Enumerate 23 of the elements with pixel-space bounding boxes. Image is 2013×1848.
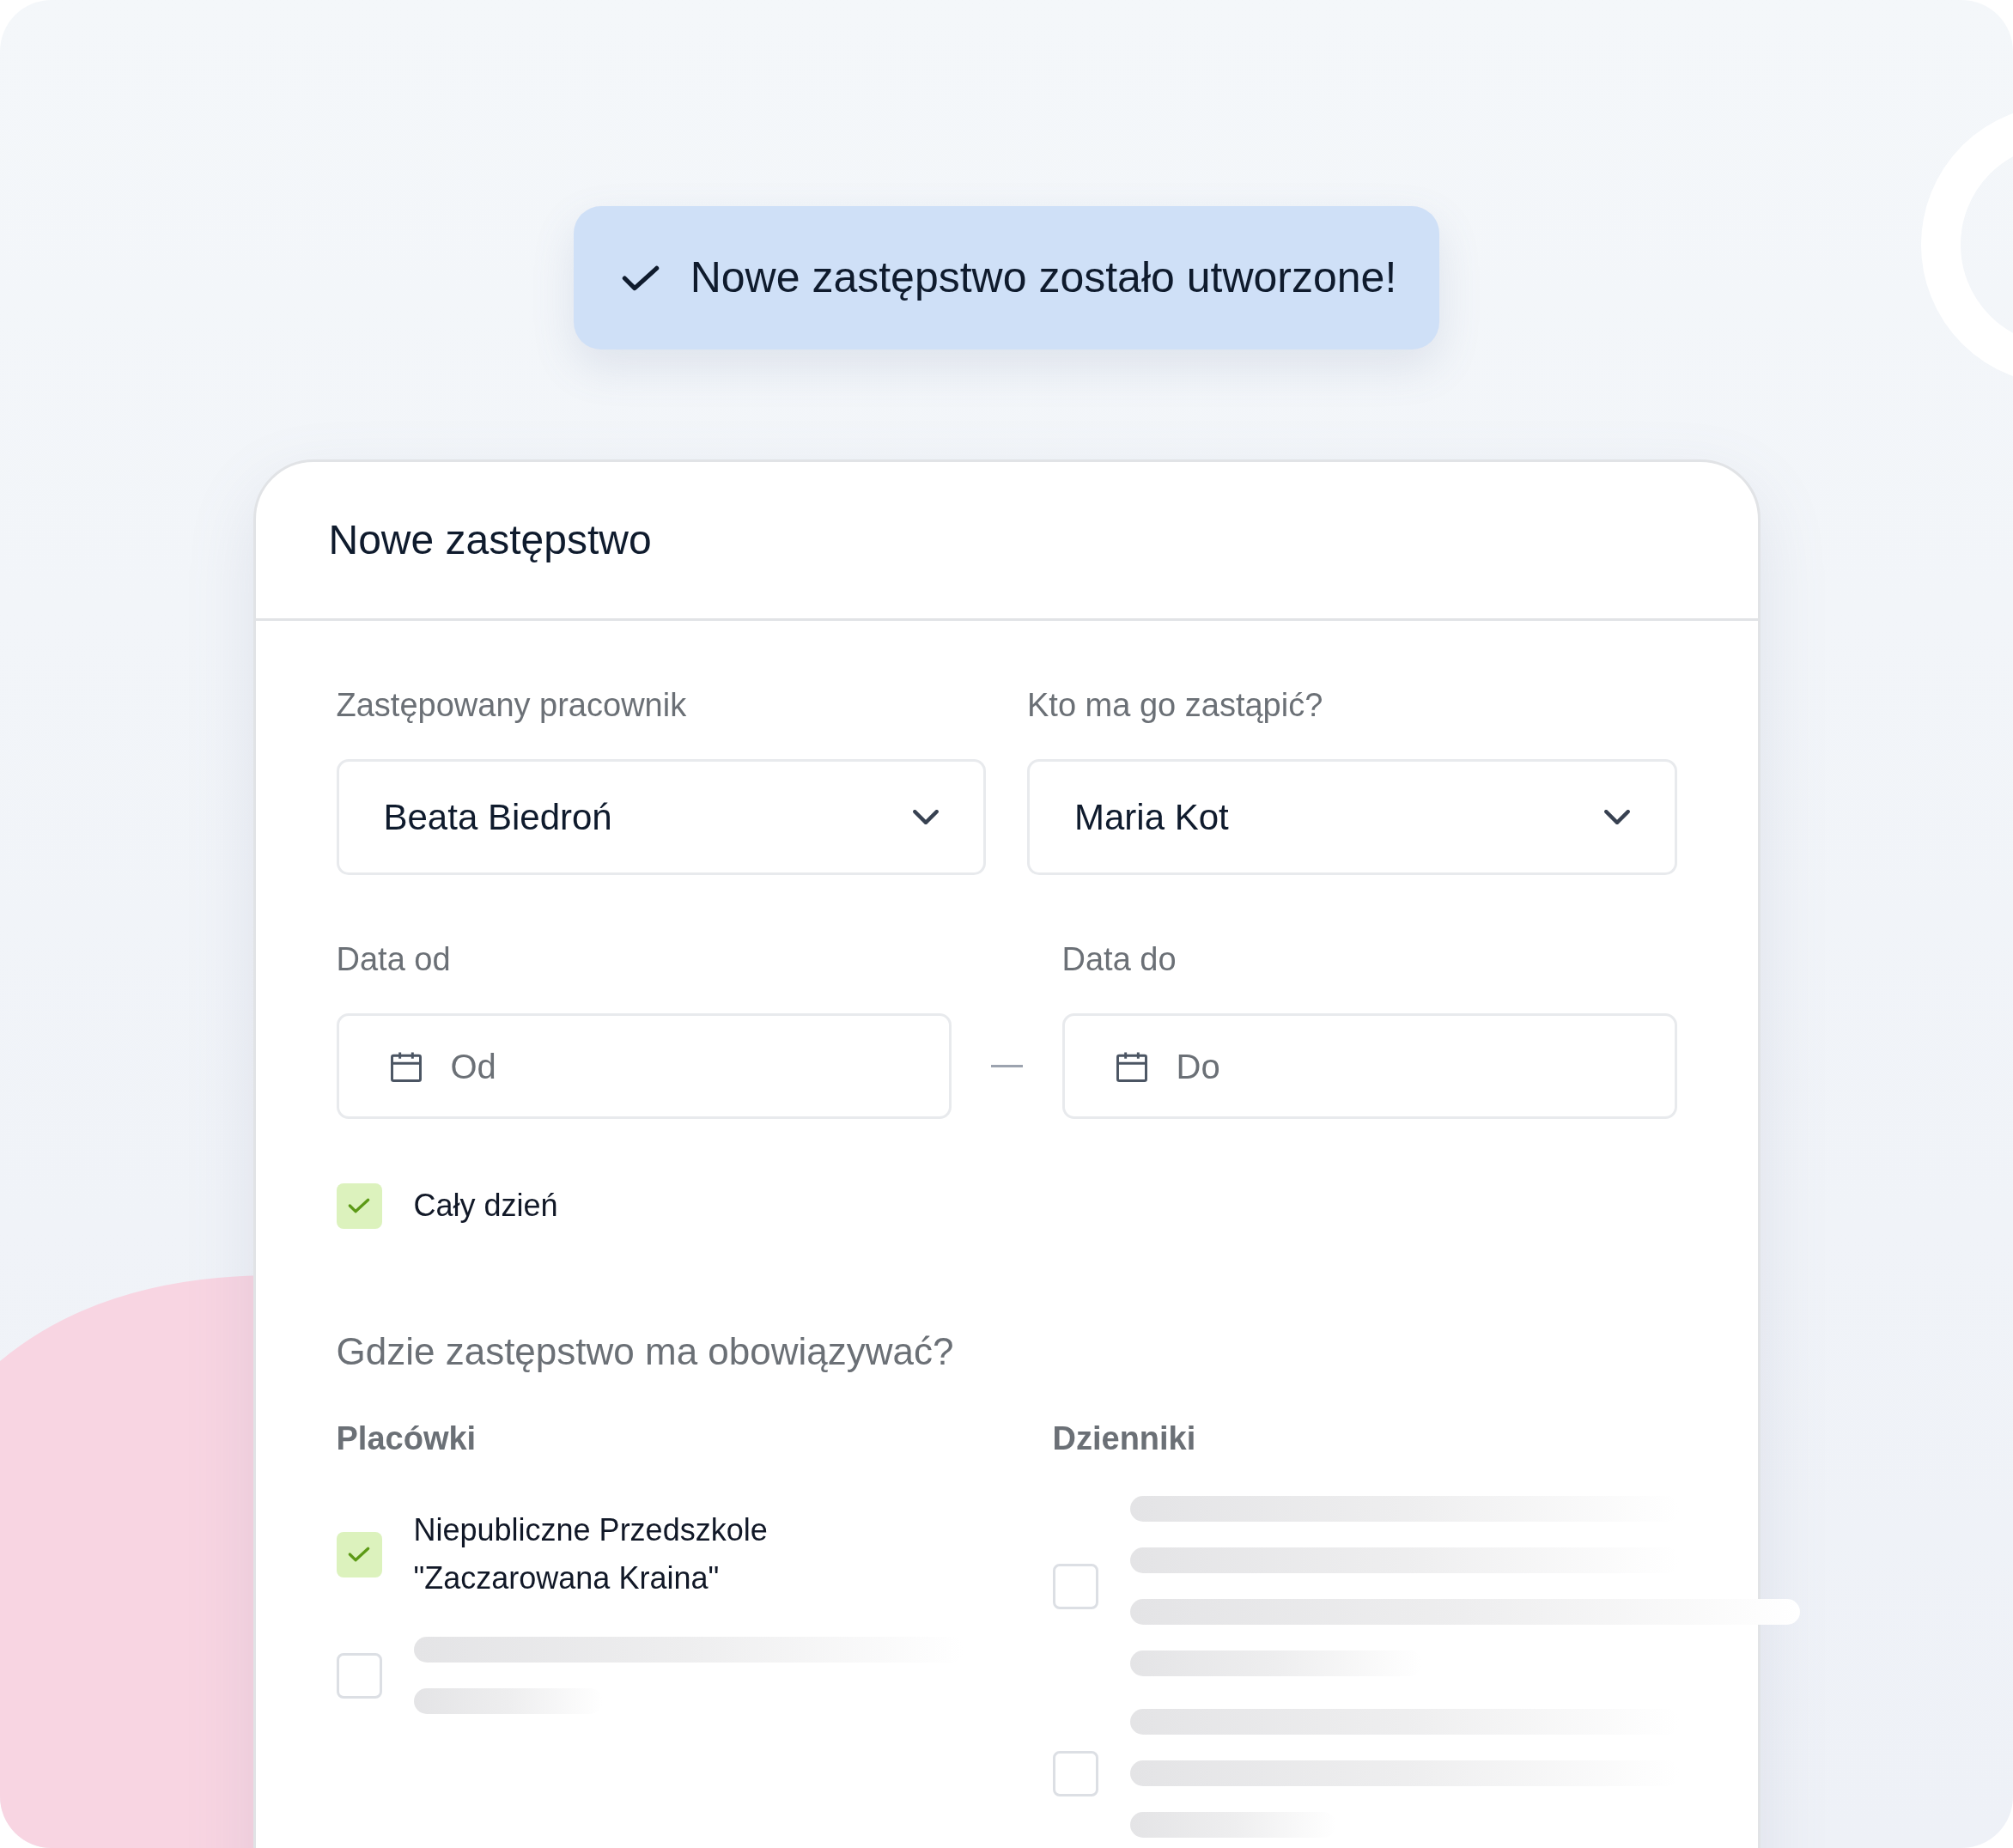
column-heading: Dzienniki: [1052, 1419, 1197, 1458]
column-heading: Placówki: [336, 1419, 477, 1458]
checkbox[interactable]: [336, 1531, 382, 1577]
field-label: Data do: [1061, 940, 1177, 979]
checkbox[interactable]: [336, 1182, 382, 1229]
date-field[interactable]: Do: [1061, 1013, 1677, 1119]
select-field[interactable]: Beata Biedroń: [336, 759, 986, 875]
chevron-down-icon: [913, 810, 939, 824]
facility-label: Niepubliczne Przedszkole "Zaczarowana Kraina": [413, 1511, 769, 1597]
checkbox[interactable]: [1052, 1563, 1098, 1609]
date-field[interactable]: Od: [336, 1013, 952, 1119]
select-field[interactable]: Maria Kot: [1027, 759, 1677, 875]
range-dash: [990, 1065, 1023, 1067]
form-title: Nowe zastępstwo: [328, 516, 652, 564]
checkbox[interactable]: [336, 1652, 382, 1699]
field-label: Zastępowany pracownik: [336, 686, 688, 725]
chevron-down-icon: [1603, 810, 1630, 824]
section-question: Gdzie zastępstwo ma obowiązywać?: [336, 1329, 955, 1374]
toast-message: Nowe zastępstwo zostało utworzone!: [690, 252, 1397, 303]
checkbox-label: Cały dzień: [413, 1187, 558, 1225]
field-label: Data od: [336, 940, 452, 979]
checkbox[interactable]: [1052, 1750, 1098, 1796]
field-label: Kto ma go zastąpić?: [1027, 686, 1324, 725]
